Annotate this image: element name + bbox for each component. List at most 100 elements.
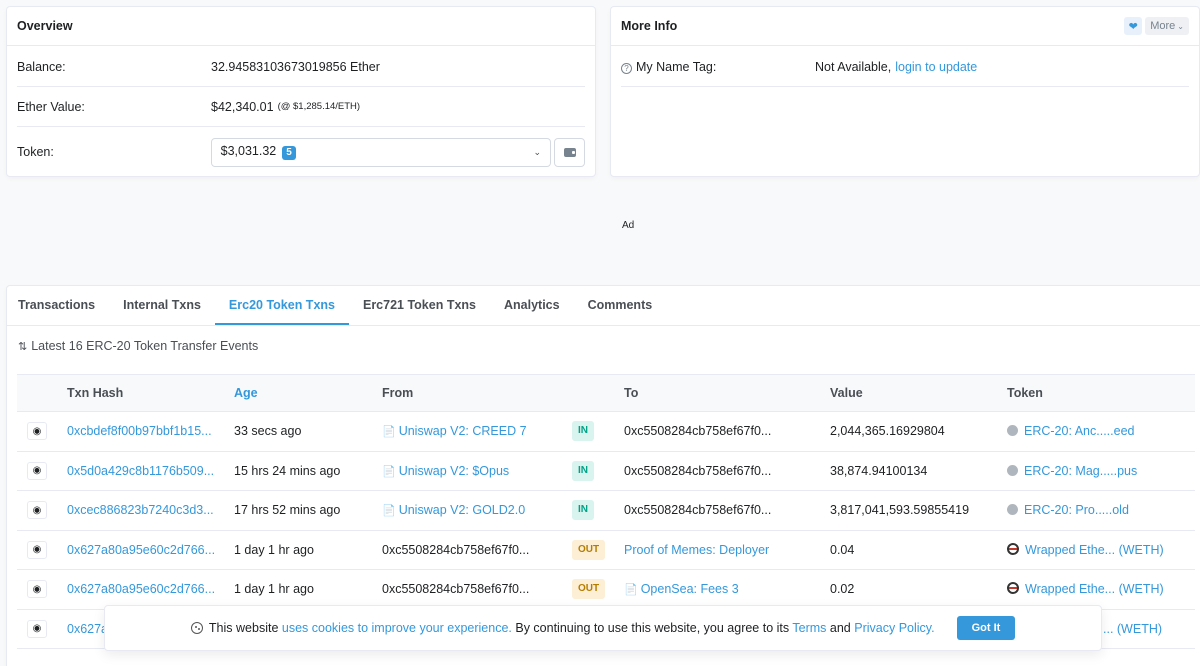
- age-cell: 1 day 1 hr ago: [234, 542, 314, 557]
- more-label: More: [1150, 20, 1176, 32]
- balance-value: 32.94583103673019856 Ether: [211, 59, 380, 74]
- name-tag-value: Not Available,: [815, 59, 892, 74]
- value-cell: 0.02: [830, 582, 855, 597]
- token-logo-icon: [1007, 425, 1018, 437]
- balance-row: Balance: 32.94583103673019856 Ether: [17, 47, 585, 87]
- eye-icon[interactable]: ◉: [27, 619, 47, 638]
- balance-label: Balance:: [17, 59, 66, 74]
- token-link[interactable]: Wrapped Ethe... (WETH): [1025, 543, 1164, 557]
- header-token: Token: [1007, 386, 1043, 400]
- tab-comments[interactable]: Comments: [574, 286, 667, 325]
- more-info-header: More Info ❤ More ⌄: [611, 7, 1199, 46]
- eye-icon[interactable]: ◉: [27, 422, 47, 441]
- question-icon[interactable]: ?: [621, 62, 632, 74]
- txn-hash-link[interactable]: 0xcec886823b7240c3d3...: [67, 503, 214, 517]
- contract-icon: 📄: [382, 426, 396, 439]
- from-link[interactable]: Uniswap V2: GOLD2.0: [399, 503, 525, 517]
- direction-badge: OUT: [572, 539, 606, 560]
- token-link[interactable]: ... (WETH): [1103, 622, 1162, 636]
- wallet-button[interactable]: [554, 137, 585, 167]
- tab-bar: Transactions Internal Txns Erc20 Token T…: [7, 286, 1200, 326]
- cookie-middle: By continuing to use this website, you a…: [515, 621, 790, 635]
- header-txn-hash: Txn Hash: [67, 386, 124, 400]
- got-it-button[interactable]: Got It: [956, 616, 1016, 640]
- weth-logo-icon: [1007, 582, 1019, 595]
- events-caption: Latest 16 ERC-20 Token Transfer Events: [31, 339, 259, 353]
- overview-title: Overview: [17, 19, 73, 33]
- header-from: From: [382, 386, 414, 400]
- txn-hash-link[interactable]: 0x5d0a429c8b1176b509...: [67, 464, 214, 478]
- eye-icon[interactable]: ◉: [27, 461, 47, 480]
- sort-amount-icon: ⇅: [18, 340, 28, 353]
- chevron-down-icon: ⌄: [1177, 21, 1184, 31]
- more-dropdown-button[interactable]: More ⌄: [1145, 17, 1189, 35]
- tab-erc20-token-txns[interactable]: Erc20 Token Txns: [214, 286, 349, 325]
- cookie-banner: This website uses cookies to improve you…: [104, 605, 1102, 651]
- from-link[interactable]: Uniswap V2: CREED 7: [399, 424, 527, 438]
- cookies-policy-link[interactable]: uses cookies to improve your experience.: [282, 621, 512, 635]
- age-cell: 33 secs ago: [234, 424, 302, 439]
- from-address: 0xc5508284cb758ef67f0...: [382, 582, 530, 597]
- tab-transactions[interactable]: Transactions: [7, 286, 109, 325]
- events-caption-wrap: ⇅ Latest 16 ERC-20 Token Transfer Events: [18, 339, 258, 353]
- terms-link[interactable]: Terms: [792, 621, 826, 635]
- token-link[interactable]: ERC-20: Anc.....eed: [1024, 424, 1134, 438]
- eye-icon[interactable]: ◉: [27, 580, 47, 599]
- table-row: ◉ 0xcbdef8f00b97bbf1b15... 33 secs ago 📄…: [17, 412, 1195, 452]
- token-logo-icon: [1007, 464, 1018, 476]
- cookie-message: This website uses cookies to improve you…: [190, 621, 935, 635]
- age-cell: 1 day 1 hr ago: [234, 582, 314, 597]
- ether-value-label: Ether Value:: [17, 99, 85, 114]
- cookie-prefix: This website: [208, 621, 279, 635]
- tab-internal-txns[interactable]: Internal Txns: [109, 286, 215, 325]
- cookie-icon: [190, 622, 203, 634]
- to-link[interactable]: Proof of Memes: Deployer: [624, 543, 769, 557]
- header-to: To: [624, 386, 639, 400]
- overview-header: Overview: [7, 7, 595, 46]
- token-label: Token:: [17, 145, 54, 159]
- token-dropdown-value: $3,031.32 5: [221, 144, 296, 160]
- token-count-badge: 5: [282, 146, 296, 160]
- cookie-and: and: [829, 621, 851, 635]
- more-info-actions: ❤ More ⌄: [1124, 17, 1189, 35]
- contract-icon: 📄: [382, 465, 396, 478]
- eye-icon[interactable]: ◉: [27, 501, 47, 520]
- ad-label: Ad: [622, 220, 635, 231]
- token-dropdown[interactable]: $3,031.32 5 ⌄: [210, 137, 552, 167]
- token-logo-icon: [1007, 504, 1018, 516]
- to-address: 0xc5508284cb758ef67f0...: [624, 424, 772, 439]
- ether-value-row: Ether Value: $42,340.01 (@ $1,285.14/ETH…: [17, 87, 585, 127]
- to-address: 0xc5508284cb758ef67f0...: [624, 503, 772, 518]
- token-link[interactable]: Wrapped Ethe... (WETH): [1025, 582, 1164, 596]
- privacy-policy-link[interactable]: Privacy Policy.: [854, 621, 934, 635]
- table-row: ◉ 0x627a80a95e60c2d766... 1 day 1 hr ago…: [17, 570, 1195, 610]
- more-info-title: More Info: [621, 19, 678, 33]
- overview-card: Overview Balance: 32.94583103673019856 E…: [6, 6, 596, 177]
- to-link[interactable]: OpenSea: Fees 3: [641, 582, 739, 596]
- heart-icon[interactable]: ❤: [1124, 17, 1143, 35]
- chevron-down-icon: ⌄: [533, 146, 542, 157]
- txn-hash-link[interactable]: 0x627a: [67, 622, 108, 636]
- txn-hash-link[interactable]: 0x627a80a95e60c2d766...: [67, 543, 215, 557]
- token-link[interactable]: ERC-20: Mag.....pus: [1024, 464, 1137, 478]
- table-row: ◉ 0xcec886823b7240c3d3... 17 hrs 52 mins…: [17, 491, 1195, 531]
- name-tag-row: ? My Name Tag: Not Available, login to up…: [621, 47, 1189, 87]
- name-tag-label-wrap: ? My Name Tag:: [621, 60, 815, 74]
- tab-erc721-token-txns[interactable]: Erc721 Token Txns: [349, 286, 490, 325]
- from-link[interactable]: Uniswap V2: $Opus: [399, 464, 509, 478]
- txn-hash-link[interactable]: 0x627a80a95e60c2d766...: [67, 582, 215, 596]
- txn-hash-link[interactable]: 0xcbdef8f00b97bbf1b15...: [67, 424, 212, 438]
- login-to-update-link[interactable]: login to update: [895, 60, 977, 74]
- token-row: Token: $3,031.32 5 ⌄: [17, 135, 585, 169]
- header-age[interactable]: Age: [234, 386, 382, 400]
- ether-value: $42,340.01: [211, 99, 274, 114]
- value-cell: 0.04: [830, 542, 855, 557]
- age-cell: 17 hrs 52 mins ago: [234, 503, 341, 518]
- tab-analytics[interactable]: Analytics: [490, 286, 574, 325]
- direction-badge: IN: [572, 421, 594, 442]
- name-tag-label: My Name Tag:: [636, 59, 717, 74]
- token-link[interactable]: ERC-20: Pro.....old: [1024, 503, 1129, 517]
- table-row: ◉ 0x5d0a429c8b1176b509... 15 hrs 24 mins…: [17, 452, 1195, 491]
- age-cell: 15 hrs 24 mins ago: [234, 463, 341, 478]
- eye-icon[interactable]: ◉: [27, 540, 47, 559]
